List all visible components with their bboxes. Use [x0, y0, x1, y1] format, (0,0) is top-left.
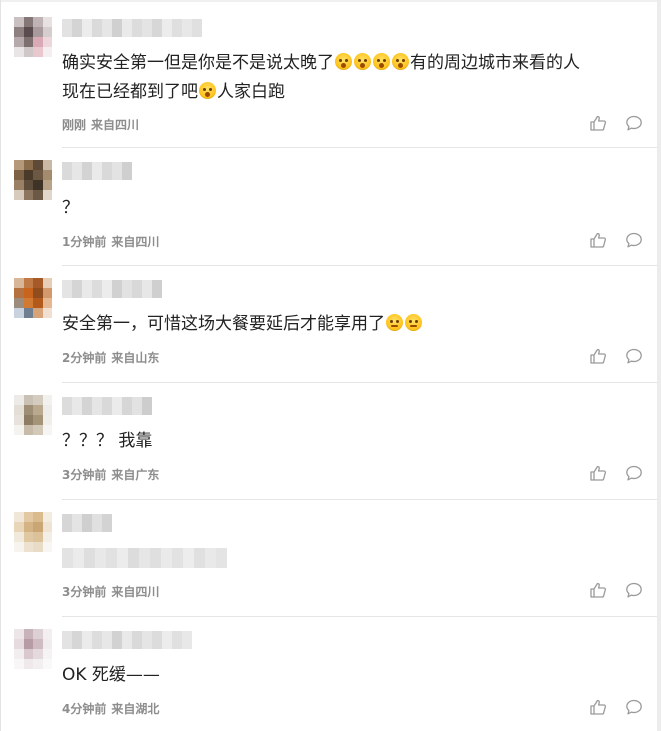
thumbs-up-icon[interactable] [589, 464, 607, 482]
comment-meta: 1分钟前 来自四川 [62, 233, 159, 250]
comment-time: 3分钟前 [62, 585, 107, 599]
comment-bubble-icon[interactable] [625, 114, 643, 132]
expressionless-face-emoji [405, 314, 422, 331]
username-blurred[interactable] [62, 19, 202, 37]
comment-text: OK 死缓—— [62, 665, 160, 685]
username-blurred[interactable] [62, 162, 132, 180]
thumbs-up-icon[interactable] [589, 347, 607, 365]
shocked-face-emoji [335, 53, 352, 70]
avatar[interactable] [14, 629, 52, 669]
comment-location: 来自山东 [111, 351, 160, 365]
username-blurred[interactable] [62, 631, 192, 649]
thumbs-up-icon[interactable] [589, 114, 607, 132]
comment-item: OK 死缓—— 4分钟前 来自湖北 [0, 629, 657, 729]
comment-bubble-icon[interactable] [625, 581, 643, 599]
comment-time: 2分钟前 [62, 351, 107, 365]
avatar[interactable] [14, 278, 52, 318]
scrollbar-track[interactable] [657, 0, 661, 731]
window-top-edge [0, 0, 661, 2]
comment-meta: 3分钟前 来自四川 [62, 583, 159, 600]
avatar[interactable] [14, 17, 52, 57]
comment-divider [62, 147, 657, 148]
avatar[interactable] [14, 160, 52, 200]
thumbs-up-icon[interactable] [589, 231, 607, 249]
shocked-face-emoji [354, 53, 371, 70]
shocked-face-emoji [373, 53, 390, 70]
avatar[interactable] [14, 512, 52, 552]
comment-meta: 2分钟前 来自山东 [62, 349, 159, 366]
avatar[interactable] [14, 395, 52, 435]
comment-location: 来自四川 [111, 235, 160, 249]
comment-time: 3分钟前 [62, 468, 107, 482]
comment-location: 来自广东 [111, 468, 160, 482]
comment-item: 确实安全第一但是你是不是说太晚了 有的周边城市来看的人 现在已经都到了吧 人家白跑 … [0, 17, 657, 147]
comment-time: 刚刚 [62, 118, 87, 132]
comment-location: 来自湖北 [111, 702, 160, 716]
comment-divider [62, 499, 657, 500]
comment-bubble-icon[interactable] [625, 231, 643, 249]
comment-divider [62, 616, 657, 617]
username-blurred[interactable] [62, 280, 162, 298]
comment-location: 来自四川 [111, 585, 160, 599]
comment-meta: 刚刚 来自四川 [62, 116, 139, 133]
comment-text: 确实安全第一但是你是不是说太晚了 有的周边城市来看的人 现在已经都到了吧 人家白跑 [62, 53, 580, 102]
comment-text: ？？？ 我靠 [62, 431, 153, 451]
username-blurred[interactable] [62, 397, 152, 415]
comment-divider [62, 265, 657, 266]
comment-bubble-icon[interactable] [625, 347, 643, 365]
comment-text-blurred [62, 548, 227, 568]
thumbs-up-icon[interactable] [589, 698, 607, 716]
comment-divider [62, 382, 657, 383]
comment-time: 4分钟前 [62, 702, 107, 716]
comment-item: 3分钟前 来自四川 [0, 512, 657, 617]
comment-text: 安全第一，可惜这场大餐要延后才能享用了 [62, 310, 647, 339]
comment-text: ？ [62, 198, 79, 218]
comment-time: 1分钟前 [62, 235, 107, 249]
comment-bubble-icon[interactable] [625, 698, 643, 716]
comment-meta: 3分钟前 来自广东 [62, 466, 159, 483]
comment-item: ？ 1分钟前 来自四川 [0, 160, 657, 265]
comment-location: 来自四川 [91, 118, 140, 132]
comment-bubble-icon[interactable] [625, 464, 643, 482]
shocked-face-emoji [199, 82, 216, 99]
thumbs-up-icon[interactable] [589, 581, 607, 599]
comment-item: 安全第一，可惜这场大餐要延后才能享用了 2分钟前 来自山东 [0, 278, 657, 383]
expressionless-face-emoji [386, 314, 403, 331]
comment-meta: 4分钟前 来自湖北 [62, 700, 159, 717]
username-blurred[interactable] [62, 514, 112, 532]
shocked-face-emoji [392, 53, 409, 70]
comment-item: ？？？ 我靠 3分钟前 来自广东 [0, 395, 657, 500]
